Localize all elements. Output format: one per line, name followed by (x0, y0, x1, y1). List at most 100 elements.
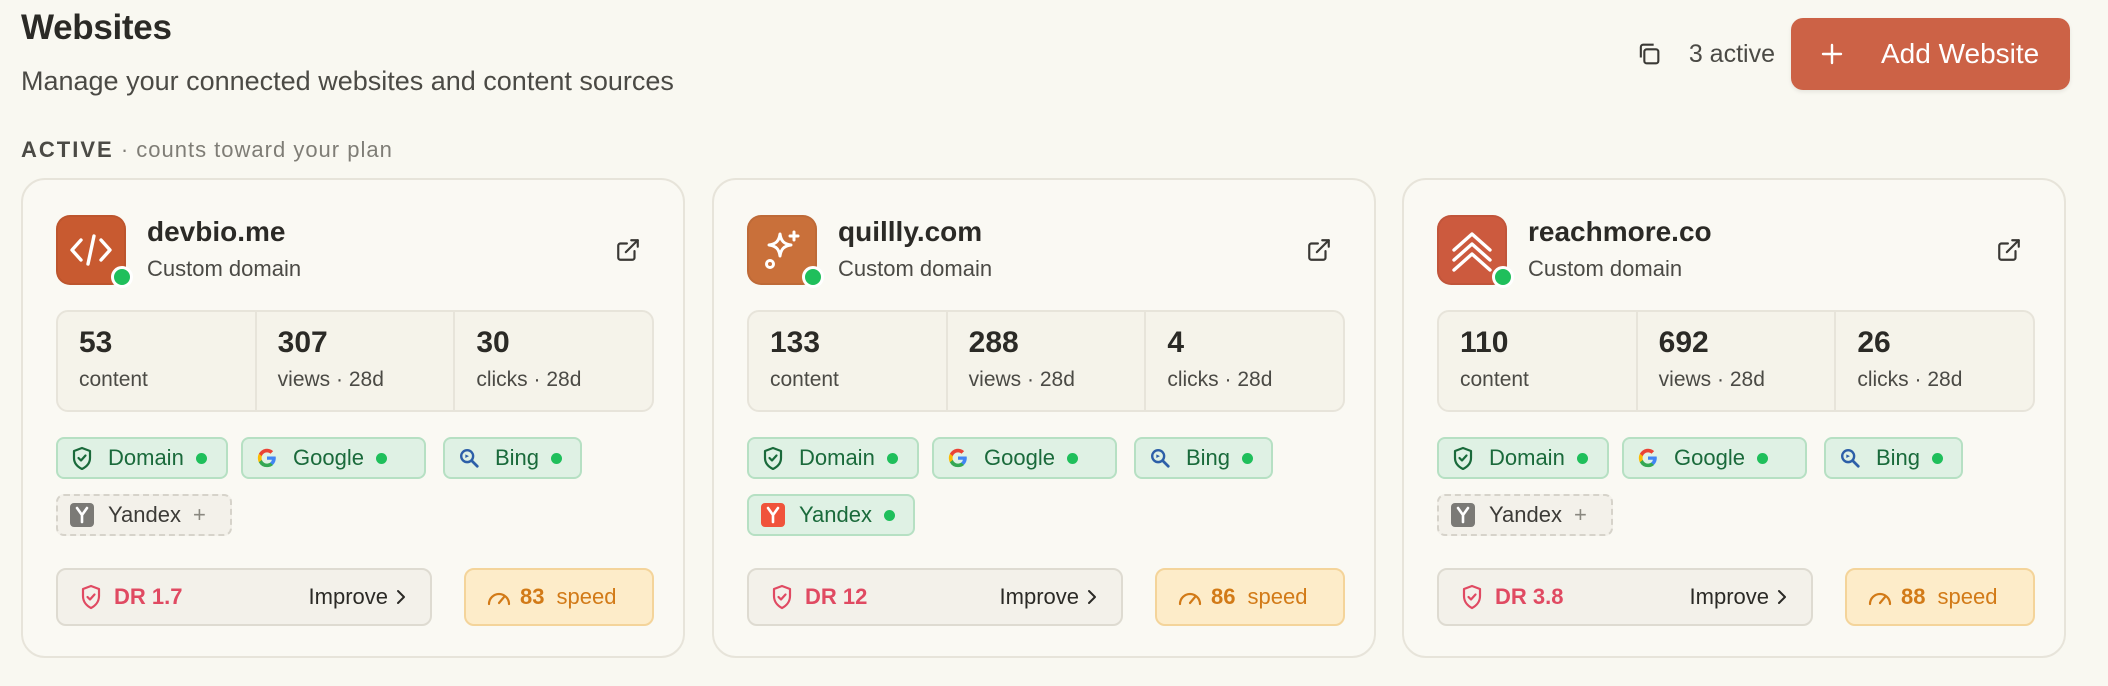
integration-label: Bing (1186, 445, 1231, 470)
stat-label: views · 28d (968, 368, 1075, 391)
improve-label: Improve (999, 584, 1079, 609)
online-status-dot (802, 266, 824, 288)
integration-label: Yandex (1489, 502, 1562, 527)
shield-icon (771, 584, 795, 610)
stat-label: content (1460, 368, 1529, 391)
stat-value: 4 (1167, 326, 1185, 359)
domain-rating-improve[interactable]: DR 12 Improve (747, 568, 1123, 626)
stat-value: 307 (277, 326, 328, 359)
connected-status-dot (1242, 452, 1254, 464)
integration-chip-google[interactable]: Google (241, 437, 426, 479)
speed-value: 83 (520, 584, 545, 609)
stats-panel: 53 content 307 views · 28d 30 clicks · 28d (56, 310, 654, 412)
plus-icon: + (192, 502, 206, 527)
section-label-note: · counts toward your plan (120, 137, 393, 162)
gauge-icon (1177, 586, 1203, 608)
header-actions: 3 active Add Website (1631, 18, 2070, 90)
stat-label: clicks · 28d (476, 368, 582, 391)
online-status-dot (111, 266, 133, 288)
views-stat: 288 views · 28d (948, 312, 1147, 410)
stat-value: 30 (476, 326, 510, 359)
external-link-icon[interactable] (1304, 235, 1334, 265)
gauge-icon (1867, 586, 1893, 608)
integration-chip-domain[interactable]: Domain (56, 437, 228, 479)
integration-label: Yandex (799, 502, 872, 527)
external-link-icon[interactable] (613, 235, 643, 265)
integration-chip-yandex[interactable]: Yandex + (1437, 494, 1613, 536)
site-name[interactable]: reachmore.co (1528, 216, 1712, 248)
integration-chip-google[interactable]: Google (1622, 437, 1807, 479)
gauge-icon (486, 586, 512, 608)
content-stat: 53 content (58, 312, 257, 410)
add-website-button[interactable]: Add Website (1791, 18, 2070, 90)
integration-chip-domain[interactable]: Domain (1437, 437, 1609, 479)
stat-label: clicks · 28d (1857, 368, 1963, 391)
shield-icon (80, 584, 104, 610)
content-stat: 133 content (749, 312, 948, 410)
domain-rating: DR 12 (805, 584, 868, 609)
integration-chip-bing[interactable]: Bing (443, 437, 582, 479)
integration-chip-domain[interactable]: Domain (747, 437, 919, 479)
stats-panel: 110 content 692 views · 28d 26 clicks · 28d (1437, 310, 2035, 412)
stat-value: 53 (79, 326, 113, 359)
integration-label: Google (293, 445, 364, 470)
integration-label: Bing (495, 445, 540, 470)
website-card[interactable]: quillly.com Custom domain 133 content 288 v… (712, 178, 1376, 658)
yandex-icon (761, 503, 785, 527)
improve-label: Improve (1689, 584, 1769, 609)
integration-chip-yandex[interactable]: Yandex + (56, 494, 232, 536)
integration-label: Domain (108, 445, 184, 470)
connected-status-dot (1576, 452, 1588, 464)
domain-rating-improve[interactable]: DR 1.7 Improve (56, 568, 432, 626)
integration-chip-bing[interactable]: Bing (1134, 437, 1273, 479)
copy-icon[interactable] (1631, 36, 1667, 72)
connected-status-dot (1932, 452, 1944, 464)
shield-check-icon (1451, 446, 1475, 470)
site-name[interactable]: quillly.com (838, 216, 982, 248)
domain-rating: DR 1.7 (114, 584, 183, 609)
page-subtitle: Manage your connected websites and conte… (21, 66, 674, 96)
speed-score: 83 speed (464, 568, 654, 626)
speed-label: speed (556, 584, 617, 609)
stat-value: 26 (1857, 326, 1891, 359)
site-type: Custom domain (147, 256, 302, 281)
external-link-icon[interactable] (1994, 235, 2024, 265)
speed-value: 86 (1211, 584, 1236, 609)
bing-search-icon (457, 446, 481, 470)
stat-label: clicks · 28d (1167, 368, 1273, 391)
chevron-right-icon (1777, 589, 1789, 605)
chevron-right-icon (396, 589, 408, 605)
stat-label: content (79, 368, 148, 391)
sparkle-icon (758, 226, 806, 274)
stat-value: 133 (770, 326, 821, 359)
site-type: Custom domain (1528, 256, 1683, 281)
yandex-icon (1451, 503, 1475, 527)
connected-status-dot (1066, 452, 1078, 464)
connected-status-dot (375, 452, 387, 464)
integration-chip-yandex[interactable]: Yandex (747, 494, 915, 536)
integration-label: Bing (1876, 445, 1921, 470)
plus-icon: + (1573, 502, 1587, 527)
google-icon (1636, 446, 1660, 470)
page-title: Websites (21, 8, 172, 47)
online-status-dot (1492, 266, 1514, 288)
domain-rating-improve[interactable]: DR 3.8 Improve (1437, 568, 1813, 626)
site-name[interactable]: devbio.me (147, 216, 285, 248)
speed-score: 88 speed (1845, 568, 2035, 626)
improve-label: Improve (308, 584, 388, 609)
plus-icon (1817, 42, 1847, 66)
website-card[interactable]: devbio.me Custom domain 53 content 307 view… (21, 178, 685, 658)
speed-label: speed (1937, 584, 1998, 609)
views-stat: 692 views · 28d (1638, 312, 1837, 410)
stat-label: views · 28d (1658, 368, 1765, 391)
integration-chip-google[interactable]: Google (932, 437, 1117, 479)
speed-value: 88 (1901, 584, 1926, 609)
google-icon (946, 446, 970, 470)
website-card[interactable]: reachmore.co Custom domain 110 content 692… (1402, 178, 2066, 658)
stat-label: content (770, 368, 839, 391)
integration-chip-bing[interactable]: Bing (1824, 437, 1963, 479)
integration-label: Google (1674, 445, 1745, 470)
integration-label: Domain (1489, 445, 1565, 470)
connected-status-dot (1756, 452, 1768, 464)
section-label: ACTIVE · counts toward your plan (21, 137, 393, 163)
